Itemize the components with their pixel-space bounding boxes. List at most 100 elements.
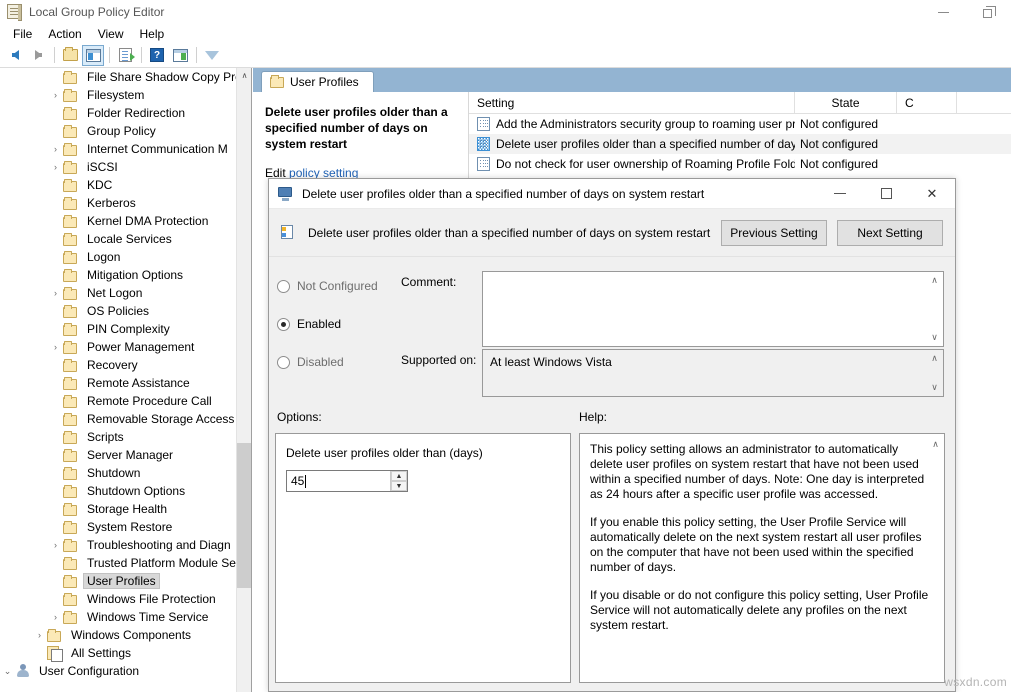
tree-item-iscsi[interactable]: ›iSCSI	[0, 158, 251, 176]
tree-scroll-thumb[interactable]	[237, 443, 252, 588]
chevron-down-icon[interactable]: ⌄	[0, 666, 15, 677]
tree-item-power-management[interactable]: ›Power Management	[0, 338, 251, 356]
scroll-up-icon[interactable]: ∧	[931, 353, 938, 364]
tree-item-file-share-shadow-copy-pro[interactable]: File Share Shadow Copy Pro	[0, 68, 251, 86]
tree-item-shutdown-options[interactable]: Shutdown Options	[0, 482, 251, 500]
menu-help[interactable]: Help	[132, 25, 173, 43]
filter-icon[interactable]	[201, 45, 223, 66]
watermark: wsxdn.com	[944, 675, 1007, 689]
column-header-state[interactable]: State	[795, 92, 897, 114]
help-paragraph: If you disable or do not configure this …	[590, 588, 934, 633]
table-row[interactable]: Add the Administrators security group to…	[469, 114, 1011, 134]
tab-user-profiles[interactable]: User Profiles	[261, 71, 374, 92]
tree-item-label: Filesystem	[84, 88, 147, 102]
next-setting-button[interactable]: Next Setting	[837, 220, 943, 246]
menu-view[interactable]: View	[90, 25, 132, 43]
table-row[interactable]: Do not check for user ownership of Roami…	[469, 154, 1011, 174]
folder-icon	[63, 215, 79, 228]
chevron-right-icon[interactable]: ›	[32, 630, 47, 640]
chevron-right-icon[interactable]: ›	[48, 162, 63, 172]
scroll-down-icon[interactable]: ∨	[931, 332, 938, 343]
tree-item-user-profiles[interactable]: User Profiles	[0, 572, 251, 590]
cell-setting: Delete user profiles older than a specif…	[469, 137, 795, 151]
console-tree-pane[interactable]: File Share Shadow Copy Pro › Filesystem Fol…	[0, 68, 252, 692]
chevron-right-icon[interactable]: ›	[48, 288, 63, 298]
tree-item-kdc[interactable]: KDC	[0, 176, 251, 194]
properties-icon[interactable]	[169, 45, 191, 66]
tree-item-folder-redirection[interactable]: Folder Redirection	[0, 104, 251, 122]
chevron-right-icon[interactable]: ›	[48, 90, 63, 100]
tree-item-windows-components[interactable]: ›Windows Components	[0, 626, 251, 644]
window-controls	[921, 0, 1011, 24]
dialog-maximize-button[interactable]	[863, 179, 909, 209]
chevron-right-icon[interactable]: ›	[48, 540, 63, 550]
folder-icon	[63, 341, 79, 354]
chevron-right-icon[interactable]: ›	[48, 342, 63, 352]
back-icon[interactable]	[4, 45, 26, 66]
column-header-comment[interactable]: C	[897, 92, 957, 114]
scroll-down-icon[interactable]: ∨	[931, 382, 938, 393]
radio-disabled[interactable]: Disabled	[277, 349, 397, 375]
help-scrollbar[interactable]: ∧	[928, 435, 943, 681]
tree-item-trusted-platform-module-se[interactable]: Trusted Platform Module Se	[0, 554, 251, 572]
spin-up-icon[interactable]: ▲	[391, 471, 407, 481]
chevron-right-icon[interactable]: ›	[48, 144, 63, 154]
tree-item-removable-storage-access[interactable]: Removable Storage Access	[0, 410, 251, 428]
tree-item-pin-complexity[interactable]: PIN Complexity	[0, 320, 251, 338]
tree-item-mitigation-options[interactable]: Mitigation Options	[0, 266, 251, 284]
tree-item-internet-communication-m[interactable]: ›Internet Communication M	[0, 140, 251, 158]
tree-item-windows-time-service[interactable]: › Windows Time Service	[0, 608, 251, 626]
tree-scroll-up-button[interactable]: ∧	[237, 68, 252, 83]
dialog-close-button[interactable]: ✕	[909, 179, 955, 209]
tree-item-system-restore[interactable]: System Restore	[0, 518, 251, 536]
tree-item-locale-services[interactable]: Locale Services	[0, 230, 251, 248]
tree-item-filesystem[interactable]: › Filesystem	[0, 86, 251, 104]
scroll-up-icon[interactable]: ∧	[931, 275, 938, 286]
up-one-level-icon[interactable]	[59, 45, 81, 66]
radio-not-configured[interactable]: Not Configured	[277, 273, 397, 299]
tree-item-windows-file-protection[interactable]: Windows File Protection	[0, 590, 251, 608]
export-list-icon[interactable]	[114, 45, 136, 66]
radio-mark-icon	[277, 356, 290, 369]
comment-scrollbar[interactable]: ∧ ∨	[927, 273, 942, 345]
tree-item-kerberos[interactable]: Kerberos	[0, 194, 251, 212]
chevron-right-icon[interactable]: ›	[48, 612, 63, 622]
tree-item-troubleshooting-and-diagn[interactable]: ›Troubleshooting and Diagn	[0, 536, 251, 554]
tree-item-all-settings[interactable]: All Settings	[0, 644, 251, 662]
radio-enabled[interactable]: Enabled	[277, 311, 397, 337]
tree-item-remote-assistance[interactable]: Remote Assistance	[0, 374, 251, 392]
scroll-up-icon[interactable]: ∧	[932, 437, 939, 452]
menu-action[interactable]: Action	[40, 25, 89, 43]
minimize-button[interactable]	[921, 0, 966, 24]
previous-setting-button[interactable]: Previous Setting	[721, 220, 827, 246]
tree-item-user-configuration[interactable]: ⌄User Configuration	[0, 662, 251, 680]
comment-input[interactable]: ∧ ∨	[482, 271, 944, 347]
supported-scrollbar[interactable]: ∧ ∨	[927, 351, 942, 395]
tree-scrollbar[interactable]: ∧	[236, 68, 251, 692]
days-stepper[interactable]: 45 ▲ ▼	[286, 470, 408, 492]
days-spin-buttons[interactable]: ▲ ▼	[390, 471, 407, 491]
tree-item-os-policies[interactable]: OS Policies	[0, 302, 251, 320]
tree-item-remote-procedure-call[interactable]: Remote Procedure Call	[0, 392, 251, 410]
menu-file[interactable]: File	[5, 25, 40, 43]
tree-item-storage-health[interactable]: Storage Health	[0, 500, 251, 518]
tree-item-logon[interactable]: Logon	[0, 248, 251, 266]
show-hide-console-tree-icon[interactable]	[82, 45, 104, 66]
tree-item-server-manager[interactable]: Server Manager	[0, 446, 251, 464]
help-icon[interactable]: ?	[146, 45, 168, 66]
folder-icon	[63, 539, 79, 552]
tree-item-net-logon[interactable]: ›Net Logon	[0, 284, 251, 302]
tree-item-group-policy[interactable]: Group Policy	[0, 122, 251, 140]
restore-button[interactable]	[966, 0, 1011, 24]
tree-item-shutdown[interactable]: Shutdown	[0, 464, 251, 482]
table-row[interactable]: Delete user profiles older than a specif…	[469, 134, 1011, 154]
days-input[interactable]: 45	[287, 471, 390, 491]
tree-item-recovery[interactable]: Recovery	[0, 356, 251, 374]
dialog-minimize-button[interactable]	[817, 179, 863, 209]
tree-item-kernel-dma-protection[interactable]: Kernel DMA Protection	[0, 212, 251, 230]
column-header-setting[interactable]: Setting	[469, 92, 795, 114]
tree-item-label: Windows Time Service	[84, 610, 211, 624]
tree-item-scripts[interactable]: Scripts	[0, 428, 251, 446]
spin-down-icon[interactable]: ▼	[391, 481, 407, 491]
forward-icon[interactable]	[27, 45, 49, 66]
